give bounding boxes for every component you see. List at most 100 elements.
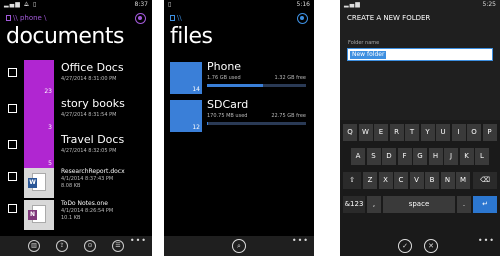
checkbox[interactable] [8,204,17,213]
select-icon[interactable]: ☰ [112,240,124,252]
key-g[interactable]: G [413,148,427,165]
cancel-icon[interactable]: ✕ [424,239,438,253]
item-count: 3 [48,124,52,131]
file-size: 10.1 KB [61,215,81,221]
key-k[interactable]: K [459,148,474,165]
key-h[interactable]: H [428,148,443,165]
key-period[interactable]: . [457,196,471,213]
folder-row-story-books[interactable]: 3 story books 4/27/2014 8:31:54 PM [8,96,152,132]
app-icon [6,15,11,21]
key-n[interactable]: N [440,172,455,189]
shift-key[interactable]: ⇧ [343,172,361,189]
pin-icon[interactable]: ⊙ [84,240,96,252]
key-j[interactable]: J [444,148,458,165]
storage-bar [207,122,306,125]
key-v[interactable]: V [409,172,424,189]
folder-row-travel-docs[interactable]: 5 Travel Docs 4/27/2014 8:32:05 PM [8,132,152,168]
file-row-todo-notes[interactable]: N ToDo Notes.one 4/1/2014 8:26:54 PM 10.… [8,200,152,230]
storage-bar-fill [207,84,264,87]
key-f[interactable]: F [397,148,412,165]
storage-name: SDCard [207,98,249,111]
app-bar: ⌕ ••• [164,236,314,256]
breadcrumb[interactable]: \\ [170,14,182,22]
file-name: ResearchReport.docx [61,168,125,175]
checkbox[interactable] [8,172,17,181]
key-e[interactable]: E [374,124,388,141]
file-name: ToDo Notes.one [61,200,108,207]
key-i[interactable]: I [451,124,466,141]
folder-date: 4/27/2014 8:31:54 PM [61,112,117,118]
key-u[interactable]: U [436,124,450,141]
clock: 5:25 [482,1,496,8]
storage-free: 1.32 GB free [274,75,306,81]
delete-icon[interactable]: ▥ [28,240,40,252]
backspace-key[interactable]: ⌫ [473,172,497,189]
app-bar: ▥ ⇪ ⊙ ☰ ••• [0,236,152,256]
folder-row-office-docs[interactable]: 23 Office Docs 4/27/2014 8:31:00 PM [8,60,152,96]
key-q[interactable]: Q [343,124,357,141]
folder-name: Travel Docs [61,133,125,146]
key-b[interactable]: B [425,172,439,189]
key-c[interactable]: C [394,172,408,189]
field-label: Folder name [348,40,380,46]
key-p[interactable]: P [482,124,497,141]
space-key[interactable]: space [383,196,455,213]
key-m[interactable]: M [456,172,470,189]
folder-name: Office Docs [61,61,124,74]
keyboard-row-4: &123 , space . ↵ [343,196,497,214]
symbols-key[interactable]: &123 [343,196,365,213]
item-count: 5 [48,160,52,167]
enter-key[interactable]: ↵ [473,196,497,213]
key-o[interactable]: O [467,124,481,141]
search-icon[interactable]: ⌕ [232,239,246,253]
key-a[interactable]: A [351,148,365,165]
folder-tile[interactable]: 23 [24,60,54,96]
item-count: 14 [192,86,200,93]
storage-tile[interactable]: 12 [170,100,202,132]
file-size: 8.08 KB [61,183,81,189]
file-row-research-report[interactable]: W ResearchReport.docx 4/1/2014 8:37:43 P… [8,168,152,198]
key-z[interactable]: Z [363,172,377,189]
more-button[interactable]: ••• [292,236,309,245]
signal-icon: ▂▄▆ [344,1,361,8]
keyboard-row-3: ⇧ Z X C V B N M ⌫ [343,172,497,190]
battery-icon: ▯ [168,1,173,8]
key-l[interactable]: L [475,148,489,165]
storage-sdcard[interactable]: 12 SDCard 170.75 MB used 22.75 GB free [170,98,310,132]
folder-tile[interactable]: 5 [24,132,54,168]
status-bar: ▯ 5:16 [164,0,314,9]
more-button[interactable]: ••• [478,236,495,245]
key-x[interactable]: X [378,172,393,189]
key-s[interactable]: S [366,148,381,165]
folder-tile[interactable]: 3 [24,96,54,132]
onenote-icon: N [28,210,37,220]
word-icon: W [28,178,37,188]
breadcrumb-path: \\ [177,14,182,22]
keyboard-row-2: A S D F G H J K L [343,148,497,166]
key-y[interactable]: Y [420,124,435,141]
checkbox[interactable] [8,140,17,149]
key-comma[interactable]: , [367,196,381,213]
key-r[interactable]: R [389,124,404,141]
key-t[interactable]: T [405,124,419,141]
share-icon[interactable]: ⇪ [56,240,68,252]
key-w[interactable]: W [358,124,373,141]
folder-name: story books [61,97,125,110]
status-bar: ▂▄▆ ⟁ ▯ 8:37 [0,0,152,9]
storage-phone[interactable]: 14 Phone 1.76 GB used 1.32 GB free [170,60,310,94]
app-bar: ✓ ✕ ••• [340,236,500,256]
item-count: 12 [192,124,200,131]
selected-text: New folder [350,51,387,59]
folder-name-input[interactable]: New folder [347,48,493,61]
more-button[interactable]: ••• [130,236,147,245]
dialog-title: CREATE A NEW FOLDER [347,14,431,22]
checkbox[interactable] [8,104,17,113]
create-folder-screen: ▂▄▆ 5:25 CREATE A NEW FOLDER Folder name… [340,0,500,256]
check-icon[interactable]: ✓ [398,239,412,253]
key-d[interactable]: D [382,148,396,165]
breadcrumb[interactable]: \\ phone \ [6,14,46,22]
storage-tile[interactable]: 14 [170,62,202,94]
record-icon[interactable] [135,13,146,24]
checkbox[interactable] [8,68,17,77]
record-icon[interactable] [297,13,308,24]
